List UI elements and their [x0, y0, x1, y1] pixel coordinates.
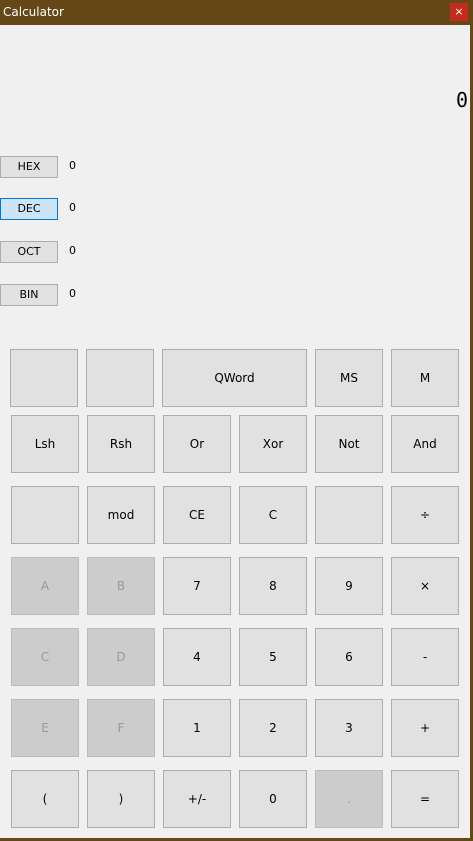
- multiply-button[interactable]: ×: [391, 557, 459, 615]
- blank-key-4[interactable]: [315, 486, 383, 544]
- close-paren-button[interactable]: ): [87, 770, 155, 828]
- digit-8-button[interactable]: 8: [239, 557, 307, 615]
- subtract-button[interactable]: -: [391, 628, 459, 686]
- ms-button[interactable]: MS: [315, 349, 383, 407]
- divide-button[interactable]: ÷: [391, 486, 459, 544]
- hex-button[interactable]: HEX: [0, 156, 58, 178]
- title-bar: Calculator ×: [0, 0, 473, 25]
- dec-button[interactable]: DEC: [0, 198, 58, 220]
- blank-key-3[interactable]: [11, 486, 79, 544]
- digit-3-button[interactable]: 3: [315, 699, 383, 757]
- negate-button[interactable]: +/-: [163, 770, 231, 828]
- digit-0-button[interactable]: 0: [239, 770, 307, 828]
- c-clear-button[interactable]: C: [239, 486, 307, 544]
- ce-button[interactable]: CE: [163, 486, 231, 544]
- close-button[interactable]: ×: [450, 3, 468, 21]
- digit-9-button[interactable]: 9: [315, 557, 383, 615]
- bin-value: 0: [69, 287, 76, 300]
- xor-button[interactable]: Xor: [239, 415, 307, 473]
- display-value: 0: [455, 88, 468, 112]
- lsh-button[interactable]: Lsh: [11, 415, 79, 473]
- digit-7-button[interactable]: 7: [163, 557, 231, 615]
- qword-button[interactable]: QWord: [162, 349, 307, 407]
- hex-b-button[interactable]: B: [87, 557, 155, 615]
- blank-key-2[interactable]: [86, 349, 154, 407]
- oct-value: 0: [69, 244, 76, 257]
- equals-button[interactable]: =: [391, 770, 459, 828]
- and-button[interactable]: And: [391, 415, 459, 473]
- window-title: Calculator: [3, 5, 64, 19]
- hex-e-button[interactable]: E: [11, 699, 79, 757]
- mod-button[interactable]: mod: [87, 486, 155, 544]
- rsh-button[interactable]: Rsh: [87, 415, 155, 473]
- oct-button[interactable]: OCT: [0, 241, 58, 263]
- not-button[interactable]: Not: [315, 415, 383, 473]
- hex-f-button[interactable]: F: [87, 699, 155, 757]
- bin-button[interactable]: BIN: [0, 284, 58, 306]
- hex-d-button[interactable]: D: [87, 628, 155, 686]
- blank-key-1[interactable]: [10, 349, 78, 407]
- hex-c-button[interactable]: C: [11, 628, 79, 686]
- add-button[interactable]: +: [391, 699, 459, 757]
- m-button[interactable]: M: [391, 349, 459, 407]
- digit-5-button[interactable]: 5: [239, 628, 307, 686]
- or-button[interactable]: Or: [163, 415, 231, 473]
- digit-6-button[interactable]: 6: [315, 628, 383, 686]
- hex-a-button[interactable]: A: [11, 557, 79, 615]
- digit-2-button[interactable]: 2: [239, 699, 307, 757]
- hex-value: 0: [69, 159, 76, 172]
- digit-4-button[interactable]: 4: [163, 628, 231, 686]
- digit-1-button[interactable]: 1: [163, 699, 231, 757]
- decimal-button[interactable]: .: [315, 770, 383, 828]
- dec-value: 0: [69, 201, 76, 214]
- open-paren-button[interactable]: (: [11, 770, 79, 828]
